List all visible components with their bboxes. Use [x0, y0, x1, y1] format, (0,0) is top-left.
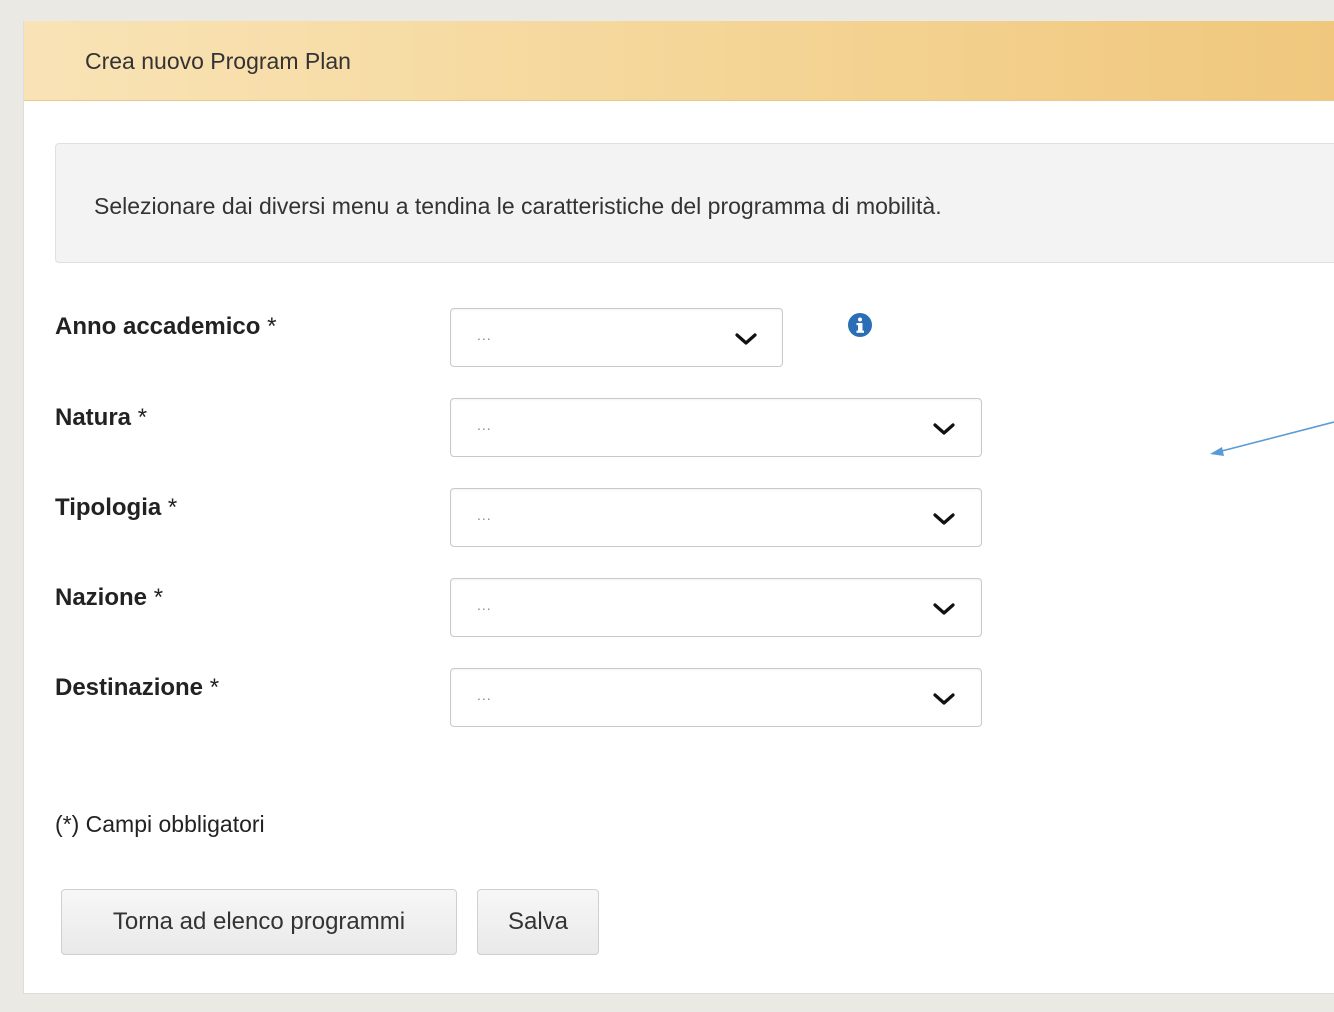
nazione-select[interactable]: ...	[450, 578, 982, 637]
anno-accademico-label: Anno accademico *	[55, 313, 276, 341]
required-mark: *	[209, 674, 220, 701]
tipologia-label: Tipologia *	[55, 494, 177, 522]
required-mark: *	[267, 313, 277, 340]
nazione-label: Nazione *	[55, 584, 163, 612]
select-value: ...	[477, 687, 492, 703]
chevron-down-icon	[933, 603, 955, 615]
required-mark: *	[167, 494, 178, 521]
destinazione-label: Destinazione *	[55, 674, 219, 702]
chevron-down-icon	[933, 513, 955, 525]
nazione-label-text: Nazione	[55, 584, 148, 611]
chevron-down-icon	[735, 333, 757, 345]
instruction-box: Selezionare dai diversi menu a tendina l…	[55, 143, 1334, 263]
natura-label-text: Natura	[55, 404, 132, 431]
annotation-arrow	[1210, 421, 1334, 456]
back-to-programs-button[interactable]: Torna ad elenco programmi	[61, 889, 457, 955]
select-value: ...	[477, 597, 492, 613]
required-fields-note: (*) Campi obbligatori	[55, 811, 265, 837]
program-plan-panel: Crea nuovo Program Plan Selezionare dai …	[23, 21, 1334, 994]
natura-select[interactable]: ...	[450, 398, 982, 457]
save-button[interactable]: Salva	[477, 889, 599, 955]
panel-title: Crea nuovo Program Plan	[85, 48, 351, 74]
select-value: ...	[477, 507, 492, 523]
instruction-text: Selezionare dai diversi menu a tendina l…	[94, 193, 942, 219]
info-circle-icon[interactable]	[847, 312, 873, 338]
anno-accademico-select[interactable]: ...	[450, 308, 783, 367]
select-value: ...	[477, 417, 492, 433]
destinazione-select[interactable]: ...	[450, 668, 982, 727]
required-mark: *	[153, 584, 164, 611]
chevron-down-icon	[933, 693, 955, 705]
anno-accademico-label-text: Anno accademico	[55, 313, 261, 340]
select-value: ...	[477, 327, 492, 343]
tipologia-label-text: Tipologia	[55, 494, 162, 521]
destinazione-label-text: Destinazione	[55, 674, 204, 701]
panel-header: Crea nuovo Program Plan	[24, 21, 1334, 101]
required-mark: *	[137, 404, 148, 431]
chevron-down-icon	[933, 423, 955, 435]
natura-label: Natura *	[55, 404, 147, 432]
tipologia-select[interactable]: ...	[450, 488, 982, 547]
